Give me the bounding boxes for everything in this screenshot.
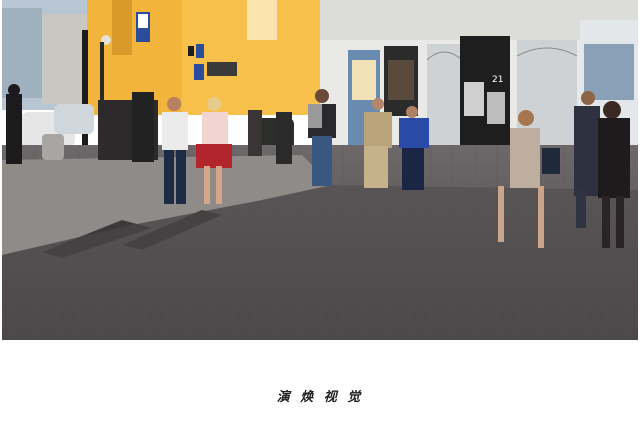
poster-number: 21 (492, 75, 503, 85)
street-photograph: 21 (2, 0, 638, 340)
caption-signature: 演 焕 视 觉 (276, 390, 364, 405)
yellow-building (87, 0, 322, 115)
